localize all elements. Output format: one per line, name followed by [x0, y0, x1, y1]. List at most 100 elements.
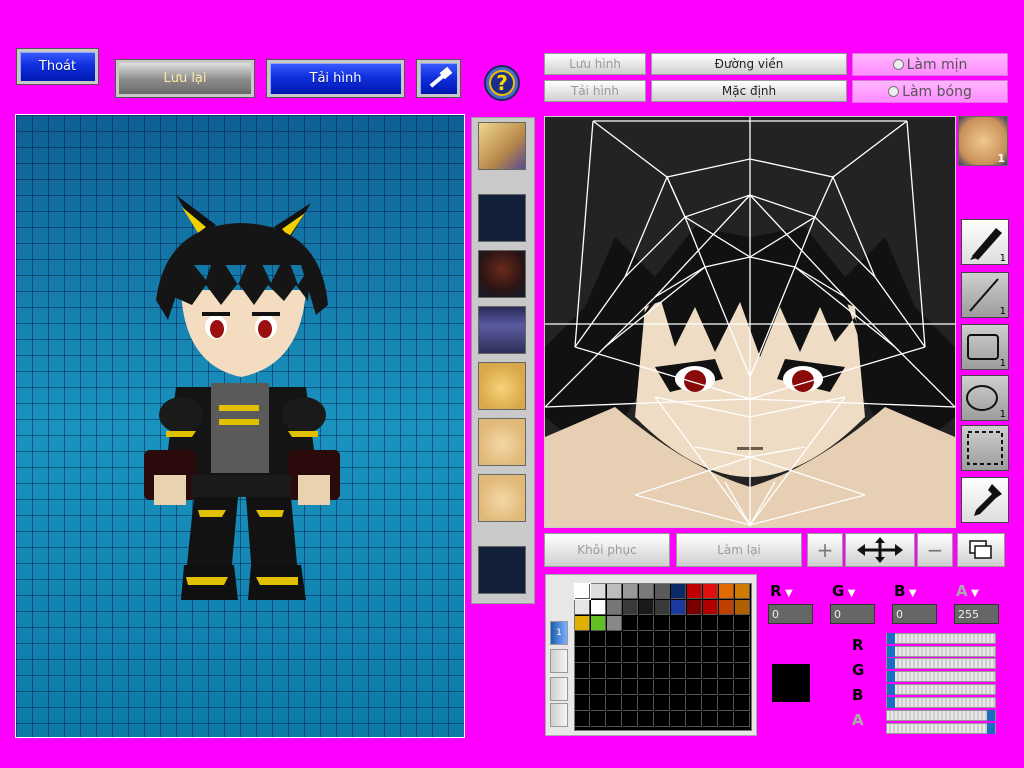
palette-swatch[interactable]: [703, 632, 718, 647]
palette-swatch[interactable]: [703, 696, 718, 711]
palette-swatch[interactable]: [575, 712, 590, 727]
green-slider-track[interactable]: [886, 671, 996, 682]
palette-swatch[interactable]: [607, 664, 622, 679]
palette-swatch[interactable]: [735, 584, 750, 599]
palette-swatch[interactable]: [671, 696, 686, 711]
help-button[interactable]: ?: [484, 65, 520, 101]
palette-swatch[interactable]: [591, 680, 606, 695]
blue-slider[interactable]: [886, 684, 996, 695]
thumb-head-preset[interactable]: [478, 122, 526, 170]
palette-swatch[interactable]: [623, 584, 638, 599]
palette-swatch[interactable]: [639, 600, 654, 615]
palette-swatch[interactable]: [607, 712, 622, 727]
palette-swatch[interactable]: [639, 648, 654, 663]
rectangle-tool[interactable]: 1: [961, 324, 1009, 370]
palette-swatch[interactable]: [623, 664, 638, 679]
smooth-option[interactable]: Làm mịn: [852, 53, 1008, 76]
red-slider-knob-2[interactable]: [887, 646, 895, 657]
palette-swatch[interactable]: [735, 712, 750, 727]
green-value-field[interactable]: 0: [830, 604, 875, 624]
palette-swatch[interactable]: [735, 696, 750, 711]
reload-button[interactable]: Tải hình: [266, 59, 405, 98]
restore-button[interactable]: Khôi phục: [544, 533, 670, 567]
palette-swatch[interactable]: [575, 664, 590, 679]
palette-swatch[interactable]: [687, 712, 702, 727]
hammer-button[interactable]: [416, 59, 461, 98]
exit-button[interactable]: Thoát: [16, 48, 99, 85]
palette-swatch[interactable]: [735, 632, 750, 647]
palette-swatch[interactable]: [719, 584, 734, 599]
palette-swatch[interactable]: [703, 680, 718, 695]
palette-swatch[interactable]: [575, 648, 590, 663]
smooth-radio[interactable]: [892, 59, 904, 70]
palette-swatch[interactable]: [591, 584, 606, 599]
redo-button[interactable]: Làm lại: [676, 533, 802, 567]
palette-swatch[interactable]: [687, 664, 702, 679]
palette-swatch[interactable]: [607, 632, 622, 647]
palette-swatch[interactable]: [655, 616, 670, 631]
palette-swatch[interactable]: [623, 648, 638, 663]
alpha-slider-track[interactable]: [886, 723, 996, 734]
palette-swatch[interactable]: [687, 584, 702, 599]
move-button[interactable]: [845, 533, 915, 567]
face-preview-badge[interactable]: 1: [958, 116, 1008, 166]
palette-swatch[interactable]: [623, 632, 638, 647]
palette-swatch[interactable]: [607, 616, 622, 631]
palette-swatch[interactable]: [671, 712, 686, 727]
palette-swatch[interactable]: [719, 648, 734, 663]
green-slider-knob[interactable]: [887, 658, 895, 669]
thumb-empty-slot[interactable]: [478, 194, 526, 242]
palette-swatch[interactable]: [655, 712, 670, 727]
palette-page-tab-4[interactable]: [550, 703, 568, 727]
palette-swatch[interactable]: [703, 584, 718, 599]
palette-swatch[interactable]: [719, 696, 734, 711]
palette-swatch[interactable]: [655, 664, 670, 679]
palette-swatch[interactable]: [591, 648, 606, 663]
blue-slider-knob[interactable]: [887, 684, 895, 695]
palette-swatch[interactable]: [591, 600, 606, 615]
save-button[interactable]: Lưu lại: [115, 59, 255, 98]
palette-swatch[interactable]: [591, 712, 606, 727]
palette-swatch[interactable]: [719, 664, 734, 679]
palette-swatch[interactable]: [719, 680, 734, 695]
thumb-outfit[interactable]: [478, 306, 526, 354]
palette-swatch[interactable]: [655, 648, 670, 663]
green-slider-knob-2[interactable]: [887, 671, 895, 682]
palette-swatch[interactable]: [703, 616, 718, 631]
blue-value-field[interactable]: 0: [892, 604, 937, 624]
shade-radio[interactable]: [888, 86, 900, 97]
palette-swatch[interactable]: [719, 632, 734, 647]
alpha-slider[interactable]: [886, 710, 996, 721]
palette-swatch[interactable]: [607, 696, 622, 711]
palette-swatch[interactable]: [639, 616, 654, 631]
palette-swatch[interactable]: [735, 600, 750, 615]
palette-swatch[interactable]: [687, 696, 702, 711]
default-button[interactable]: Mặc định: [651, 80, 847, 102]
palette-swatch[interactable]: [591, 664, 606, 679]
palette-swatch[interactable]: [687, 616, 702, 631]
palette-swatch[interactable]: [639, 632, 654, 647]
palette-swatch[interactable]: [591, 616, 606, 631]
palette-swatch[interactable]: [591, 696, 606, 711]
zoom-in-button[interactable]: +: [807, 533, 843, 567]
palette-swatch[interactable]: [719, 600, 734, 615]
palette-page-tab-2[interactable]: [550, 649, 568, 673]
pen-tool[interactable]: 1: [961, 219, 1009, 265]
palette-swatch[interactable]: [671, 600, 686, 615]
palette-swatch[interactable]: [735, 616, 750, 631]
palette-swatch[interactable]: [735, 648, 750, 663]
palette-swatch[interactable]: [607, 680, 622, 695]
save-image-button[interactable]: Lưu hình: [544, 53, 646, 75]
zoom-out-button[interactable]: −: [917, 533, 953, 567]
red-value-field[interactable]: 0: [768, 604, 813, 624]
select-tool[interactable]: [961, 425, 1009, 471]
palette-swatch[interactable]: [655, 584, 670, 599]
palette-swatch[interactable]: [607, 600, 622, 615]
palette-swatch[interactable]: [703, 664, 718, 679]
palette-swatch[interactable]: [575, 632, 590, 647]
palette-swatch[interactable]: [591, 632, 606, 647]
line-tool[interactable]: 1: [961, 272, 1009, 318]
palette-swatch[interactable]: [623, 680, 638, 695]
palette-swatch[interactable]: [575, 600, 590, 615]
palette-swatch[interactable]: [574, 583, 591, 600]
